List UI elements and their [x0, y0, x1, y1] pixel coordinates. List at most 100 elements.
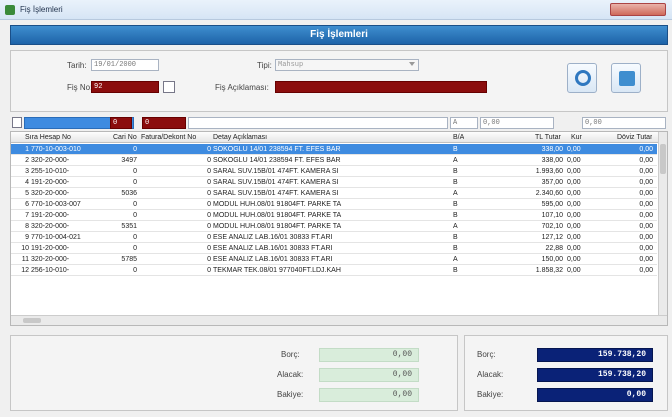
- cell-aciklama[interactable]: SOKOGLU 14/01 238594 FT. EFES BAR: [213, 144, 449, 155]
- cell-fatura[interactable]: 0: [141, 199, 211, 210]
- cell-ba[interactable]: A: [453, 155, 465, 166]
- cell-kur[interactable]: 0,00: [567, 144, 587, 155]
- tarih-input[interactable]: 19/01/2000: [91, 59, 159, 71]
- cell-ba[interactable]: B: [453, 243, 465, 254]
- cell-kur[interactable]: 0,00: [567, 243, 587, 254]
- cell-kur[interactable]: 0,00: [567, 221, 587, 232]
- cell-ba[interactable]: B: [453, 144, 465, 155]
- table-row[interactable]: 3 255-10-010- 0 0 SARAL SUV.15B/01 474FT. KA…: [11, 166, 657, 177]
- cell-hesap[interactable]: 320-20-000-: [31, 254, 109, 265]
- cell-hesap[interactable]: 320-20-000-: [31, 221, 109, 232]
- col-doviz[interactable]: Döviz Tutar: [617, 132, 652, 143]
- cell-fatura[interactable]: 0: [141, 232, 211, 243]
- cell-aciklama[interactable]: ESE ANALIZ LAB.16/01 30833 FT.ARI: [213, 243, 449, 254]
- cell-doviz[interactable]: 0,00: [621, 144, 653, 155]
- cell-hesap[interactable]: 320-20-000-: [31, 188, 109, 199]
- lookup-icon[interactable]: [163, 81, 175, 93]
- cell-hesap[interactable]: 770-10-003-007: [31, 199, 109, 210]
- search-button[interactable]: [567, 63, 597, 93]
- cell-sira[interactable]: 10: [17, 243, 29, 254]
- cell-doviz[interactable]: 0,00: [621, 221, 653, 232]
- cell-sira[interactable]: 8: [17, 221, 29, 232]
- cell-aciklama[interactable]: SOKOGLU 14/01 238594 FT. EFES BAR: [213, 155, 449, 166]
- cell-aciklama[interactable]: ESE ANALIZ LAB.16/01 30833 FT.ARI: [213, 254, 449, 265]
- cell-tutar[interactable]: 107,10: [511, 210, 563, 221]
- cell-aciklama[interactable]: MODUL HUH.08/01 91804FT. PARKE TA: [213, 210, 449, 221]
- cell-ba[interactable]: B: [453, 210, 465, 221]
- cell-tutar[interactable]: 338,00: [511, 155, 563, 166]
- cell-tutar[interactable]: 357,00: [511, 177, 563, 188]
- filter-tutar-input[interactable]: 0,00: [480, 117, 554, 129]
- cell-fatura[interactable]: 0: [141, 144, 211, 155]
- filter-red-input[interactable]: 0: [110, 117, 132, 129]
- cell-kur[interactable]: 0,00: [567, 210, 587, 221]
- dropdown-icon[interactable]: [409, 62, 415, 66]
- cell-hesap[interactable]: 191-20-000-: [31, 177, 109, 188]
- table-row[interactable]: 9 770-10-004-021 0 0 ESE ANALIZ LAB.16/01 30…: [11, 232, 657, 243]
- cell-tutar[interactable]: 1.858,32: [511, 265, 563, 276]
- scroll-thumb[interactable]: [660, 144, 666, 174]
- cell-sira[interactable]: 6: [17, 199, 29, 210]
- cell-doviz[interactable]: 0,00: [621, 210, 653, 221]
- cell-fatura[interactable]: 0: [141, 177, 211, 188]
- filter-doviz-input[interactable]: 0,00: [582, 117, 666, 129]
- cell-cari[interactable]: 5351: [109, 221, 137, 232]
- fisno-input[interactable]: 92: [91, 81, 159, 93]
- cell-doviz[interactable]: 0,00: [621, 155, 653, 166]
- cell-ba[interactable]: B: [453, 166, 465, 177]
- table-row[interactable]: 7 191-20-000- 0 0 MODUL HUH.08/01 91804FT. P…: [11, 210, 657, 221]
- cell-ba[interactable]: B: [453, 177, 465, 188]
- cell-cari[interactable]: 0: [109, 210, 137, 221]
- cell-fatura[interactable]: 0: [141, 210, 211, 221]
- col-cari[interactable]: Cari No: [113, 132, 137, 143]
- cell-ba[interactable]: B: [453, 199, 465, 210]
- cell-ba[interactable]: B: [453, 232, 465, 243]
- cell-tutar[interactable]: 22,88: [511, 243, 563, 254]
- cell-kur[interactable]: 0,00: [567, 265, 587, 276]
- cell-sira[interactable]: 2: [17, 155, 29, 166]
- cell-doviz[interactable]: 0,00: [621, 232, 653, 243]
- cell-doviz[interactable]: 0,00: [621, 199, 653, 210]
- cell-aciklama[interactable]: ESE ANALIZ LAB.16/01 30833 FT.ARI: [213, 232, 449, 243]
- voucher-grid[interactable]: Sıra Hesap No Cari No Fatura/Dekont No D…: [10, 131, 668, 326]
- cell-hesap[interactable]: 191-20-000-: [31, 243, 109, 254]
- cell-cari[interactable]: 0: [109, 265, 137, 276]
- cell-cari[interactable]: 0: [109, 166, 137, 177]
- scroll-thumb[interactable]: [23, 318, 41, 323]
- cell-tutar[interactable]: 127,12: [511, 232, 563, 243]
- cell-aciklama[interactable]: TEKMAR TEK.08/01 977040FT.LDJ.KAH: [213, 265, 449, 276]
- col-sira-hesap[interactable]: Sıra Hesap No: [25, 132, 71, 143]
- cell-sira[interactable]: 3: [17, 166, 29, 177]
- cell-aciklama[interactable]: MODUL HUH.08/01 91804FT. PARKE TA: [213, 199, 449, 210]
- table-row[interactable]: 8 320-20-000- 5351 0 MODUL HUH.08/01 91804FT…: [11, 221, 657, 232]
- cell-fatura[interactable]: 0: [141, 265, 211, 276]
- filter-cari-input[interactable]: 0: [142, 117, 186, 129]
- cell-tutar[interactable]: 338,00: [511, 144, 563, 155]
- table-row[interactable]: 10 191-20-000- 0 0 ESE ANALIZ LAB.16/01 3083…: [11, 243, 657, 254]
- cell-cari[interactable]: 0: [109, 243, 137, 254]
- table-row[interactable]: 6 770-10-003-007 0 0 MODUL HUH.08/01 91804FT…: [11, 199, 657, 210]
- cell-fatura[interactable]: 0: [141, 221, 211, 232]
- col-kur[interactable]: Kur: [571, 132, 582, 143]
- cell-aciklama[interactable]: SARAL SUV.15B/01 474FT. KAMERA SI: [213, 166, 449, 177]
- cell-tutar[interactable]: 702,10: [511, 221, 563, 232]
- cell-ba[interactable]: A: [453, 221, 465, 232]
- window-close-button[interactable]: [610, 3, 666, 16]
- cell-tutar[interactable]: 595,00: [511, 199, 563, 210]
- cell-sira[interactable]: 11: [17, 254, 29, 265]
- cell-sira[interactable]: 9: [17, 232, 29, 243]
- table-row[interactable]: 11 320-20-000- 5785 0 ESE ANALIZ LAB.16/01 3…: [11, 254, 657, 265]
- cell-kur[interactable]: 0,00: [567, 254, 587, 265]
- cell-kur[interactable]: 0,00: [567, 177, 587, 188]
- tipi-select[interactable]: Mahsup: [275, 59, 419, 71]
- cell-doviz[interactable]: 0,00: [621, 188, 653, 199]
- cell-ba[interactable]: B: [453, 265, 465, 276]
- print-button[interactable]: [611, 63, 641, 93]
- cell-aciklama[interactable]: MODUL HUH.08/01 91804FT. PARKE TA: [213, 221, 449, 232]
- cell-sira[interactable]: 1: [17, 144, 29, 155]
- cell-cari[interactable]: 0: [109, 232, 137, 243]
- edit-icon[interactable]: [12, 117, 22, 128]
- cell-ba[interactable]: A: [453, 188, 465, 199]
- col-tl-tutar[interactable]: TL Tutar: [535, 132, 561, 143]
- filter-ba-select[interactable]: A: [450, 117, 478, 129]
